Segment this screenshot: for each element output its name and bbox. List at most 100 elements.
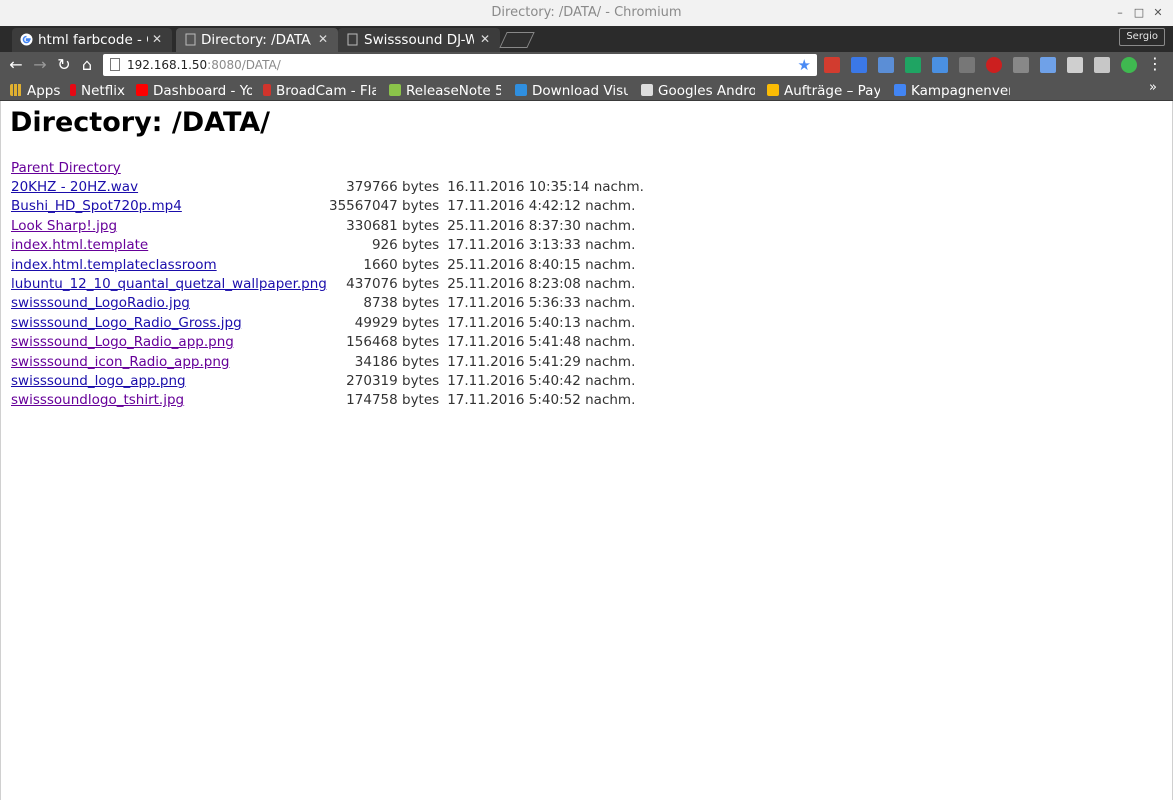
- file-link[interactable]: swisssound_Logo_Radio_Gross.jpg: [11, 315, 242, 331]
- tab-title: html farbcode - Go: [38, 32, 148, 48]
- bookmark-dashboard[interactable]: Dashboard - You: [136, 80, 252, 98]
- page-info-icon[interactable]: [110, 58, 120, 71]
- file-name-cell: swisssound_icon_Radio_app.png: [11, 352, 329, 371]
- file-size: 174758 bytes: [346, 392, 440, 409]
- file-link[interactable]: Bushi_HD_Spot720p.mp4: [11, 198, 182, 214]
- bookmark-download-visual[interactable]: Download Visua: [515, 80, 628, 98]
- table-row: swisssound_logo_app.png 270319 bytes 17.1…: [11, 371, 644, 390]
- vscode-icon: [515, 84, 527, 96]
- file-name-cell: swisssound_Logo_Radio_Gross.jpg: [11, 313, 329, 332]
- file-link[interactable]: swisssoundlogo_tshirt.jpg: [11, 392, 184, 408]
- file-size: 437076 bytes: [346, 276, 440, 293]
- tab-directory-data[interactable]: Directory: /DATA/ ✕: [176, 28, 338, 52]
- file-link[interactable]: swisssound_icon_Radio_app.png: [11, 354, 229, 370]
- file-name-cell: 20KHZ - 20HZ.wav: [11, 177, 329, 196]
- translate-icon[interactable]: [851, 57, 867, 73]
- table-row: index.html.template 926 bytes 17.11.2016 …: [11, 236, 644, 255]
- file-size: 926 bytes: [371, 237, 440, 254]
- bookmark-broadcam[interactable]: BroadCam - Flas: [263, 80, 376, 98]
- file-size: 49929 bytes: [354, 314, 440, 331]
- file-name-cell: swisssoundlogo_tshirt.jpg: [11, 391, 329, 410]
- table-row: swisssound_LogoRadio.jpg 8738 bytes 17.11…: [11, 294, 644, 313]
- table-row: swisssound_Logo_Radio_app.png 156468 byt…: [11, 333, 644, 352]
- window-titlebar: Directory: /DATA/ - Chromium – □ ✕: [0, 0, 1173, 27]
- save-icon[interactable]: [1067, 57, 1083, 73]
- thumbs-up-icon[interactable]: [878, 57, 894, 73]
- shield-red-icon[interactable]: [986, 57, 1002, 73]
- forward-icon[interactable]: →: [30, 55, 50, 75]
- window-title: Directory: /DATA/ - Chromium: [491, 5, 682, 20]
- tab-title: Directory: /DATA/: [201, 32, 311, 48]
- google-icon: [20, 33, 33, 46]
- parent-cell: Parent Directory: [11, 158, 329, 177]
- cast-icon[interactable]: [932, 57, 948, 73]
- parent-directory-link[interactable]: Parent Directory: [11, 160, 121, 176]
- file-date: 17.11.2016 5:40:42 nachm.: [447, 372, 636, 389]
- youtube-icon: [136, 84, 148, 96]
- table-row: Bushi_HD_Spot720p.mp4 35567047 bytes 17.1…: [11, 197, 644, 216]
- broadcam-icon: [263, 84, 271, 96]
- file-link[interactable]: index.html.templateclassroom: [11, 257, 217, 273]
- file-date: 17.11.2016 5:40:52 nachm.: [447, 392, 636, 409]
- file-name-cell: swisssound_logo_app.png: [11, 371, 329, 390]
- tab-strip: html farbcode - Go ✕ Directory: /DATA/ ✕…: [0, 26, 1173, 52]
- address-bar[interactable]: 192.168.1.50:8080/DATA/ ★: [103, 54, 817, 76]
- bookmark-auftraege[interactable]: Aufträge – Payn: [767, 80, 880, 98]
- maximize-icon[interactable]: □: [1130, 4, 1148, 22]
- file-size: 8738 bytes: [363, 295, 440, 312]
- shield-green-icon[interactable]: [1121, 57, 1137, 73]
- reload-icon[interactable]: ↻: [54, 55, 74, 75]
- file-size: 379766 bytes: [346, 179, 440, 196]
- table-row: 20KHZ - 20HZ.wav 379766 bytes 16.11.2016 …: [11, 177, 644, 196]
- drive-icon[interactable]: [905, 57, 921, 73]
- tab-swisssound[interactable]: Swisssound DJ-W ✕: [338, 28, 500, 52]
- minimize-icon[interactable]: –: [1111, 4, 1129, 22]
- bookmark-googles-android[interactable]: Googles Androic: [641, 80, 755, 98]
- menu-icon[interactable]: ⋮: [1147, 55, 1163, 73]
- bookmark-netflix[interactable]: Netflix: [70, 80, 140, 98]
- tab-title: Swisssound DJ-W: [364, 32, 474, 48]
- bookmarks-overflow-icon[interactable]: »: [1149, 80, 1157, 95]
- file-link[interactable]: index.html.template: [11, 237, 148, 253]
- file-name-cell: index.html.templateclassroom: [11, 255, 329, 274]
- netflix-icon: [70, 84, 76, 96]
- page-icon: [185, 33, 196, 46]
- apps-grid-icon: [10, 84, 22, 96]
- home-icon[interactable]: ⌂: [77, 55, 97, 75]
- file-date: 16.11.2016 10:35:14 nachm.: [447, 179, 644, 196]
- tab-html-farbcode[interactable]: html farbcode - Go ✕: [12, 28, 172, 52]
- bookmark-kampagnen[interactable]: Kampagnenverv: [894, 80, 1010, 98]
- tab-close-icon[interactable]: ✕: [318, 32, 328, 46]
- file-link[interactable]: swisssound_LogoRadio.jpg: [11, 295, 190, 311]
- file-date: 17.11.2016 5:36:33 nachm.: [447, 295, 636, 312]
- adwords-icon: [894, 84, 906, 96]
- file-link[interactable]: swisssound_logo_app.png: [11, 373, 186, 389]
- profile-button[interactable]: Sergio: [1119, 28, 1165, 46]
- table-row: swisssound_icon_Radio_app.png 34186 byte…: [11, 352, 644, 371]
- file-link[interactable]: Look Sharp!.jpg: [11, 218, 117, 234]
- extension-grey-icon[interactable]: [1013, 57, 1029, 73]
- file-date: 25.11.2016 8:40:15 nachm.: [447, 256, 636, 273]
- file-size: 1660 bytes: [363, 256, 440, 273]
- page-title: Directory: /DATA/: [10, 107, 271, 138]
- camera-icon[interactable]: [959, 57, 975, 73]
- back-icon[interactable]: ←: [6, 55, 26, 75]
- download-icon[interactable]: [1040, 57, 1056, 73]
- file-link[interactable]: lubuntu_12_10_quantal_quetzal_wallpaper.…: [11, 276, 327, 292]
- file-date: 17.11.2016 5:41:29 nachm.: [447, 353, 636, 370]
- file-size: 330681 bytes: [346, 217, 440, 234]
- table-row: lubuntu_12_10_quantal_quetzal_wallpaper.…: [11, 274, 644, 293]
- file-link[interactable]: 20KHZ - 20HZ.wav: [11, 179, 138, 195]
- directory-listing: Parent Directory 20KHZ - 20HZ.wav 379766…: [11, 158, 644, 410]
- tab-close-icon[interactable]: ✕: [152, 32, 162, 46]
- close-window-icon[interactable]: ✕: [1149, 4, 1167, 22]
- gmail-icon[interactable]: [824, 57, 840, 73]
- file-name-cell: lubuntu_12_10_quantal_quetzal_wallpaper.…: [11, 274, 329, 293]
- file-size: 156468 bytes: [346, 334, 440, 351]
- bookmark-releasenote[interactable]: ReleaseNote 5.1: [389, 80, 501, 98]
- tab-close-icon[interactable]: ✕: [480, 32, 490, 46]
- bookmark-star-icon[interactable]: ★: [798, 56, 811, 74]
- file-link[interactable]: swisssound_Logo_Radio_app.png: [11, 334, 234, 350]
- bookmark-apps[interactable]: Apps: [10, 80, 76, 98]
- dropbox-icon[interactable]: [1094, 57, 1110, 73]
